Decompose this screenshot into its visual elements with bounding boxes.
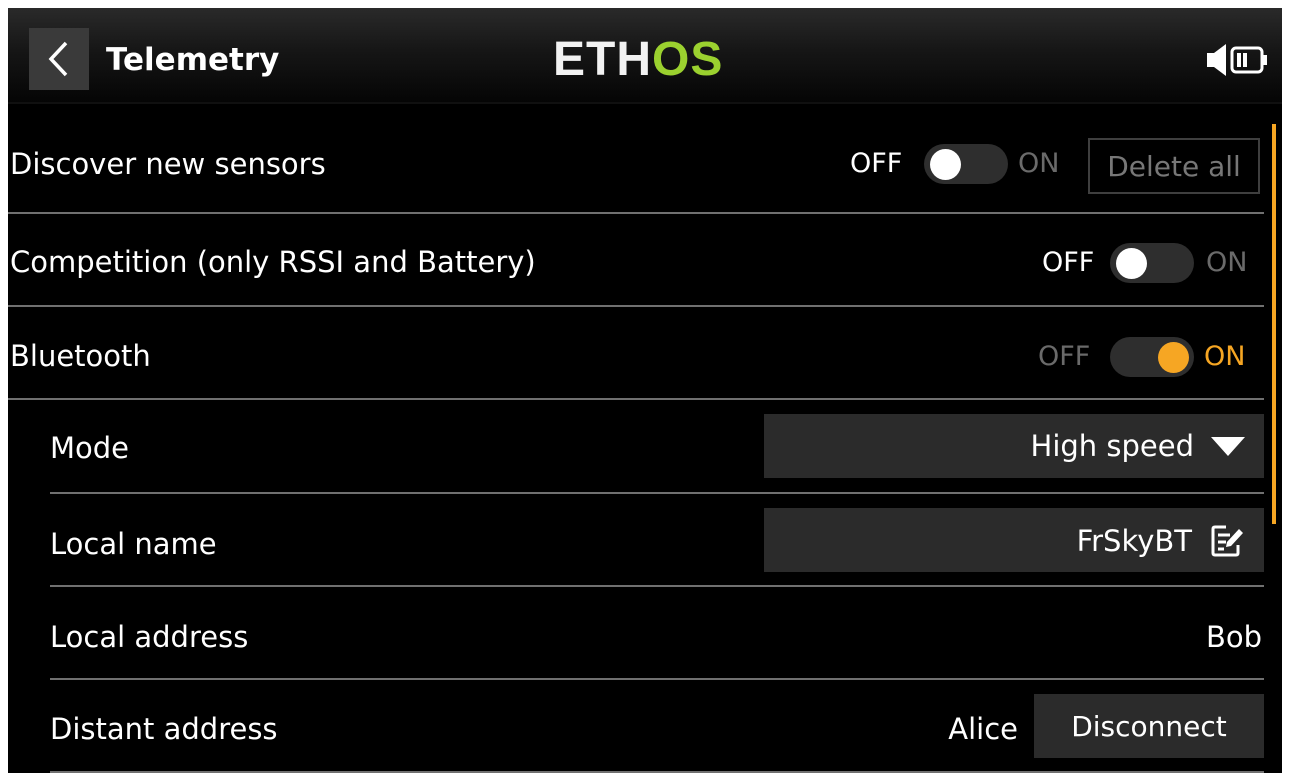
competition-toggle[interactable]: OFF ON bbox=[1038, 241, 1268, 285]
bluetooth-row: Bluetooth OFF ON bbox=[8, 307, 1264, 399]
distant-address-value: Alice bbox=[948, 712, 1018, 746]
toggle-on-label: ON bbox=[1018, 148, 1060, 179]
mode-label: Mode bbox=[50, 431, 130, 465]
toggle-track bbox=[1110, 243, 1194, 283]
logo-text-part2: OS bbox=[652, 33, 724, 86]
back-button[interactable] bbox=[29, 28, 89, 90]
page-title: Telemetry bbox=[106, 42, 280, 78]
toggle-off-label: OFF bbox=[1042, 247, 1095, 278]
local-name-value: FrSkyBT bbox=[1076, 524, 1192, 558]
radio-screen: Telemetry ETHOS Discover new sensors OFF bbox=[8, 8, 1282, 773]
header-bar: Telemetry ETHOS bbox=[8, 8, 1282, 104]
settings-list: Discover new sensors OFF ON Delete all C… bbox=[8, 104, 1282, 773]
toggle-knob bbox=[1116, 248, 1147, 279]
delete-all-button[interactable]: Delete all bbox=[1088, 138, 1260, 194]
local-address-row: Local address Bob bbox=[8, 587, 1264, 679]
discover-sensors-label: Discover new sensors bbox=[10, 147, 326, 181]
logo-text-part1: ETH bbox=[553, 33, 652, 86]
toggle-off-label: OFF bbox=[850, 148, 903, 179]
mode-dropdown[interactable]: High speed bbox=[764, 414, 1264, 478]
speaker-icon bbox=[1207, 44, 1226, 76]
toggle-off-label: OFF bbox=[1038, 341, 1091, 372]
distant-address-label: Distant address bbox=[50, 712, 278, 746]
toggle-on-label: ON bbox=[1204, 341, 1246, 372]
scrollbar[interactable] bbox=[1272, 124, 1276, 524]
bluetooth-toggle[interactable]: OFF ON bbox=[1034, 335, 1268, 379]
chevron-left-icon bbox=[48, 41, 68, 77]
competition-label: Competition (only RSSI and Battery) bbox=[10, 245, 536, 279]
toggle-knob bbox=[930, 149, 961, 180]
edit-icon bbox=[1211, 525, 1243, 557]
local-address-value: Bob bbox=[1205, 620, 1262, 654]
discover-sensors-toggle[interactable]: OFF ON bbox=[846, 142, 1086, 186]
mode-row: Mode High speed bbox=[8, 400, 1264, 492]
bluetooth-label: Bluetooth bbox=[10, 339, 151, 373]
discover-sensors-row: Discover new sensors OFF ON Delete all bbox=[8, 104, 1264, 214]
dropdown-triangle-icon bbox=[1211, 437, 1245, 456]
toggle-track bbox=[1110, 337, 1194, 377]
toggle-on-label: ON bbox=[1206, 247, 1248, 278]
disconnect-button[interactable]: Disconnect bbox=[1034, 694, 1264, 758]
status-icons bbox=[1206, 42, 1268, 78]
toggle-track bbox=[924, 144, 1008, 184]
local-name-row: Local name FrSkyBT bbox=[8, 494, 1264, 586]
local-name-field[interactable]: FrSkyBT bbox=[764, 508, 1264, 572]
toggle-knob bbox=[1158, 342, 1189, 373]
mode-value: High speed bbox=[1030, 429, 1194, 463]
ethos-logo: ETHOS bbox=[553, 32, 723, 88]
local-address-label: Local address bbox=[50, 620, 249, 654]
competition-row: Competition (only RSSI and Battery) OFF … bbox=[8, 214, 1264, 306]
battery-icon bbox=[1230, 46, 1267, 74]
distant-address-row: Distant address Alice Disconnect bbox=[8, 680, 1264, 772]
local-name-label: Local name bbox=[50, 527, 217, 561]
